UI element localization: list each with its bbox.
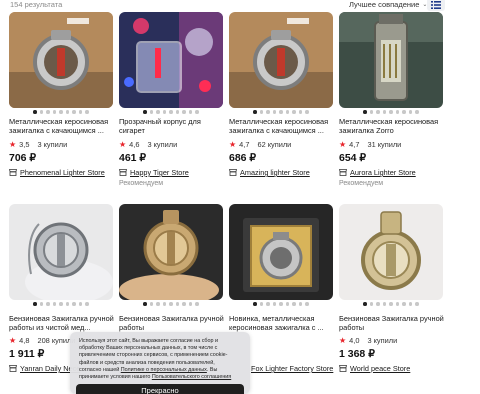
- product-image[interactable]: [229, 12, 333, 108]
- product-rating: ★ 3,5 3 купили: [9, 140, 68, 149]
- product-title[interactable]: Новинка, металлическая керосиновая зажига…: [229, 314, 335, 333]
- lighter-photo: [9, 12, 113, 108]
- product-price: 1 368 ₽: [339, 348, 375, 360]
- recommended-label: Рекомендуем: [119, 180, 164, 187]
- lighter-photo: [339, 12, 443, 108]
- image-carousel-dots[interactable]: [9, 302, 113, 306]
- product-price: 654 ₽: [339, 152, 367, 164]
- star-icon: ★: [9, 336, 17, 345]
- user-agreement-link[interactable]: Пользовательского соглашения: [152, 374, 231, 380]
- store-icon: [119, 169, 127, 176]
- product-image[interactable]: [9, 12, 113, 108]
- image-carousel-dots[interactable]: [229, 302, 333, 306]
- product-image[interactable]: [339, 204, 443, 300]
- product-title[interactable]: Бензиновая Зажигалка ручной работы из чис…: [9, 314, 115, 333]
- product-price: 461 ₽: [119, 152, 147, 164]
- star-icon: ★: [339, 336, 347, 345]
- store-icon: [339, 169, 347, 176]
- store-icon: [229, 169, 237, 176]
- lighter-photo: [339, 204, 443, 300]
- store-link[interactable]: Amazing lighter Store: [229, 168, 310, 177]
- lighter-photo: [229, 12, 333, 108]
- image-carousel-dots[interactable]: [9, 110, 113, 114]
- store-icon: [9, 365, 17, 372]
- product-title[interactable]: Прозрачный корпус для сигарет: [119, 117, 225, 136]
- lighter-photo: [9, 204, 113, 300]
- product-rating: ★ 4,7 62 купили: [229, 140, 292, 149]
- lighter-photo: [229, 204, 333, 300]
- privacy-policy-link[interactable]: Политике о персональных данных: [121, 367, 207, 373]
- star-icon: ★: [229, 140, 237, 149]
- product-title[interactable]: Металлическая керосиновая зажигалка с кач…: [9, 117, 115, 136]
- store-link[interactable]: Phenomenal Lighter Store: [9, 168, 105, 177]
- list-view-icon: [431, 0, 441, 9]
- image-carousel-dots[interactable]: [339, 110, 443, 114]
- sort-label: Лучшее совпадение: [349, 0, 420, 9]
- product-image[interactable]: [119, 12, 223, 108]
- store-icon: [339, 365, 347, 372]
- store-link[interactable]: World peace Store: [339, 364, 410, 373]
- image-carousel-dots[interactable]: [229, 110, 333, 114]
- list-view-button[interactable]: [427, 0, 445, 11]
- star-icon: ★: [339, 140, 347, 149]
- product-title[interactable]: Металлическая керосиновая зажигалка Zorro: [339, 117, 445, 136]
- star-icon: ★: [119, 140, 127, 149]
- product-image[interactable]: [229, 204, 333, 300]
- product-title[interactable]: Бензиновая Зажигалка ручной работы: [339, 314, 445, 333]
- product-rating: ★ 4,7 31 купили: [339, 140, 402, 149]
- product-rating: ★ 4,6 3 купили: [119, 140, 178, 149]
- accept-cookies-button[interactable]: Прекрасно: [76, 384, 244, 394]
- product-title[interactable]: Металлическая керосиновая зажигалка с кач…: [229, 117, 335, 136]
- results-toolbar: 154 результата Лучшее совпадение ⌄: [0, 0, 480, 12]
- star-icon: ★: [9, 140, 17, 149]
- image-carousel-dots[interactable]: [339, 302, 443, 306]
- image-carousel-dots[interactable]: [119, 302, 223, 306]
- product-price: 706 ₽: [9, 152, 37, 164]
- product-image[interactable]: [339, 12, 443, 108]
- product-price: 1 911 ₽: [9, 348, 45, 360]
- lighter-photo: [119, 12, 223, 108]
- results-count: 154 результата: [10, 0, 63, 9]
- sort-dropdown[interactable]: Лучшее совпадение ⌄: [349, 0, 427, 9]
- image-carousel-dots[interactable]: [119, 110, 223, 114]
- recommended-label: Рекомендуем: [339, 180, 384, 187]
- product-image[interactable]: [9, 204, 113, 300]
- store-link[interactable]: Aurora Lighter Store: [339, 168, 416, 177]
- cookie-text: Используя этот сайт, Вы выражаете соглас…: [79, 338, 232, 381]
- product-title[interactable]: Бензиновая Зажигалка ручной работы: [119, 314, 225, 333]
- store-link[interactable]: Fox Lighter Factory Store: [251, 364, 333, 373]
- store-link[interactable]: Happy Tiger Store: [119, 168, 189, 177]
- lighter-photo: [119, 204, 223, 300]
- cookie-consent-banner: Используя этот сайт, Вы выражаете соглас…: [70, 332, 250, 394]
- store-icon: [9, 169, 17, 176]
- product-image[interactable]: [119, 204, 223, 300]
- product-price: 686 ₽: [229, 152, 257, 164]
- product-rating: ★ 4,0 3 купили: [339, 336, 398, 345]
- product-rating: ★ 4,8 208 купили: [9, 336, 76, 345]
